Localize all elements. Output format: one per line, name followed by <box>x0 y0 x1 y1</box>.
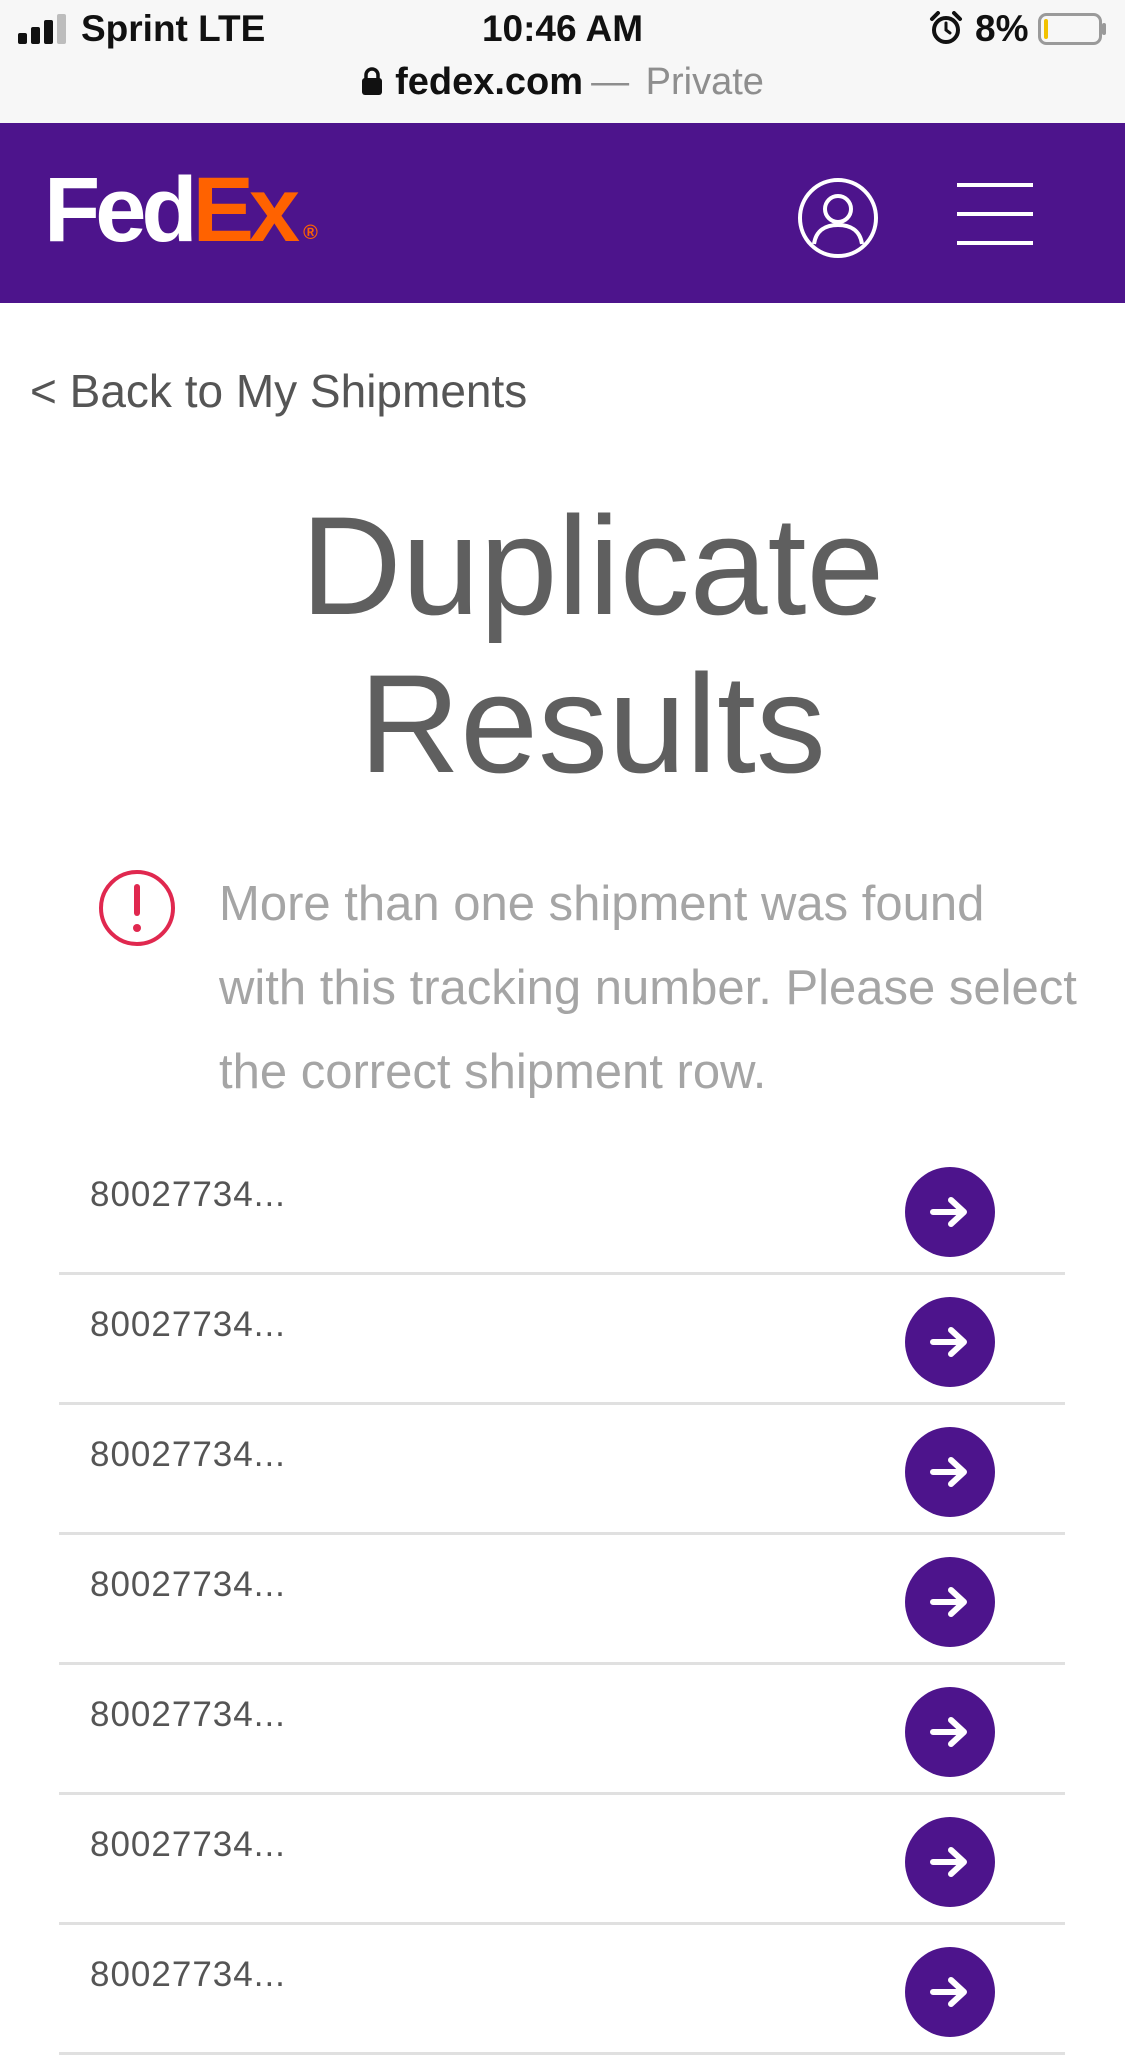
battery-percent: 8% <box>975 8 1029 49</box>
select-shipment-button[interactable] <box>905 1687 995 1777</box>
arrow-right-icon <box>930 1197 967 1227</box>
tracking-number: 80027734... <box>90 1695 286 1734</box>
page-title-line-2: Results <box>359 645 826 802</box>
url-separator: — <box>591 61 630 103</box>
shipment-row[interactable]: 80027734... <box>59 1535 1065 1665</box>
logo-fed: Fed <box>44 159 198 261</box>
tracking-number: 80027734... <box>90 1175 286 1214</box>
shipment-row[interactable]: 80027734... <box>59 1925 1065 2055</box>
arrow-right-icon <box>930 1327 967 1357</box>
private-mode-label: Private <box>645 61 764 103</box>
tracking-number: 80027734... <box>90 1305 286 1344</box>
shipment-row[interactable]: 80027734... <box>59 1405 1065 1535</box>
arrow-right-icon <box>930 1457 967 1487</box>
battery-icon <box>1038 13 1106 45</box>
url-domain: fedex.com <box>395 61 584 103</box>
alarm-icon <box>930 11 962 44</box>
shipment-row[interactable]: 80027734... <box>59 1275 1065 1405</box>
shipment-results-list: 80027734... 80027734... 80027734... 8002… <box>59 1145 1065 2055</box>
arrow-right-icon <box>930 1587 967 1617</box>
select-shipment-button[interactable] <box>905 1557 995 1647</box>
fedex-logo[interactable]: FedEx ® <box>44 164 318 256</box>
shipment-row[interactable]: 80027734... <box>59 1795 1065 1925</box>
logo-registered-mark: ® <box>303 222 318 244</box>
tracking-number: 80027734... <box>90 1955 286 1994</box>
page-title-line-1: Duplicate <box>300 487 885 644</box>
arrow-right-icon <box>930 1847 967 1877</box>
select-shipment-button[interactable] <box>905 1167 995 1257</box>
status-bar: Sprint LTE 10:46 AM 8% fedex.com — Privat… <box>0 0 1125 123</box>
tracking-number: 80027734... <box>90 1825 286 1864</box>
hamburger-menu-icon[interactable] <box>957 181 1033 247</box>
select-shipment-button[interactable] <box>905 1297 995 1387</box>
alert-circle-icon <box>99 870 175 946</box>
arrow-right-icon <box>930 1717 967 1747</box>
site-header: FedEx ® <box>0 123 1125 303</box>
lock-icon <box>362 67 383 95</box>
arrow-right-icon <box>930 1977 967 2007</box>
shipment-row[interactable]: 80027734... <box>59 1145 1065 1275</box>
duplicate-results-message: More than one shipment was found with th… <box>219 877 1077 1099</box>
page-title: Duplicate Results <box>0 487 1125 803</box>
select-shipment-button[interactable] <box>905 1817 995 1907</box>
shipment-row[interactable]: 80027734... <box>59 1665 1065 1795</box>
tracking-number: 80027734... <box>90 1565 286 1604</box>
select-shipment-button[interactable] <box>905 1427 995 1517</box>
address-bar[interactable]: fedex.com — Private <box>0 56 1125 108</box>
select-shipment-button[interactable] <box>905 1947 995 2037</box>
tracking-number: 80027734... <box>90 1435 286 1474</box>
back-to-shipments-link[interactable]: < Back to My Shipments <box>30 364 527 418</box>
account-icon[interactable] <box>796 176 880 260</box>
logo-ex: Ex <box>192 159 301 261</box>
